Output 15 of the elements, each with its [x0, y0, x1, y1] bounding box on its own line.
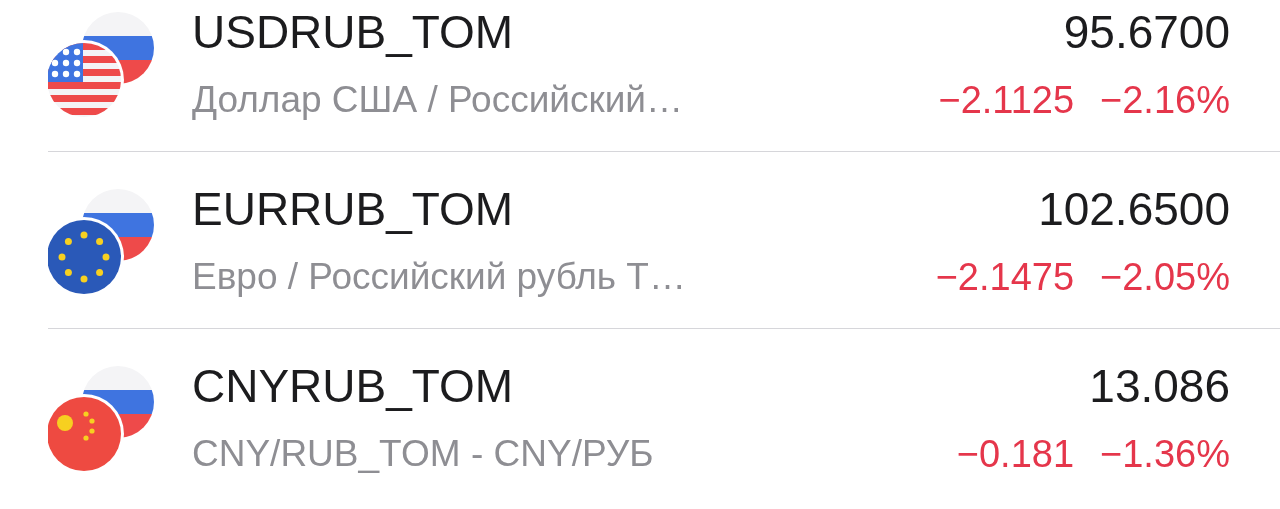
instrument-name: CNY/RUB_TOM - CNY/РУБ — [192, 432, 654, 476]
change-percent: −2.16% — [1100, 78, 1230, 123]
ticker: CNYRUB_TOM — [192, 359, 514, 414]
price: 95.6700 — [1063, 5, 1230, 60]
change-percent: −2.05% — [1100, 255, 1230, 300]
change-value: −2.1475 — [935, 255, 1075, 300]
change-percent: −1.36% — [1100, 432, 1230, 477]
ticker: USDRUB_TOM — [192, 5, 514, 60]
instrument-name: Евро / Российский рубль Т… — [192, 255, 686, 299]
price: 102.6500 — [1038, 182, 1230, 237]
change-value: −0.181 — [956, 432, 1075, 477]
change-value: −2.1125 — [938, 78, 1075, 123]
price: 13.086 — [1089, 359, 1230, 414]
ticker: EURRUB_TOM — [192, 182, 514, 237]
instrument-name: Доллар США / Российский… — [192, 78, 683, 122]
